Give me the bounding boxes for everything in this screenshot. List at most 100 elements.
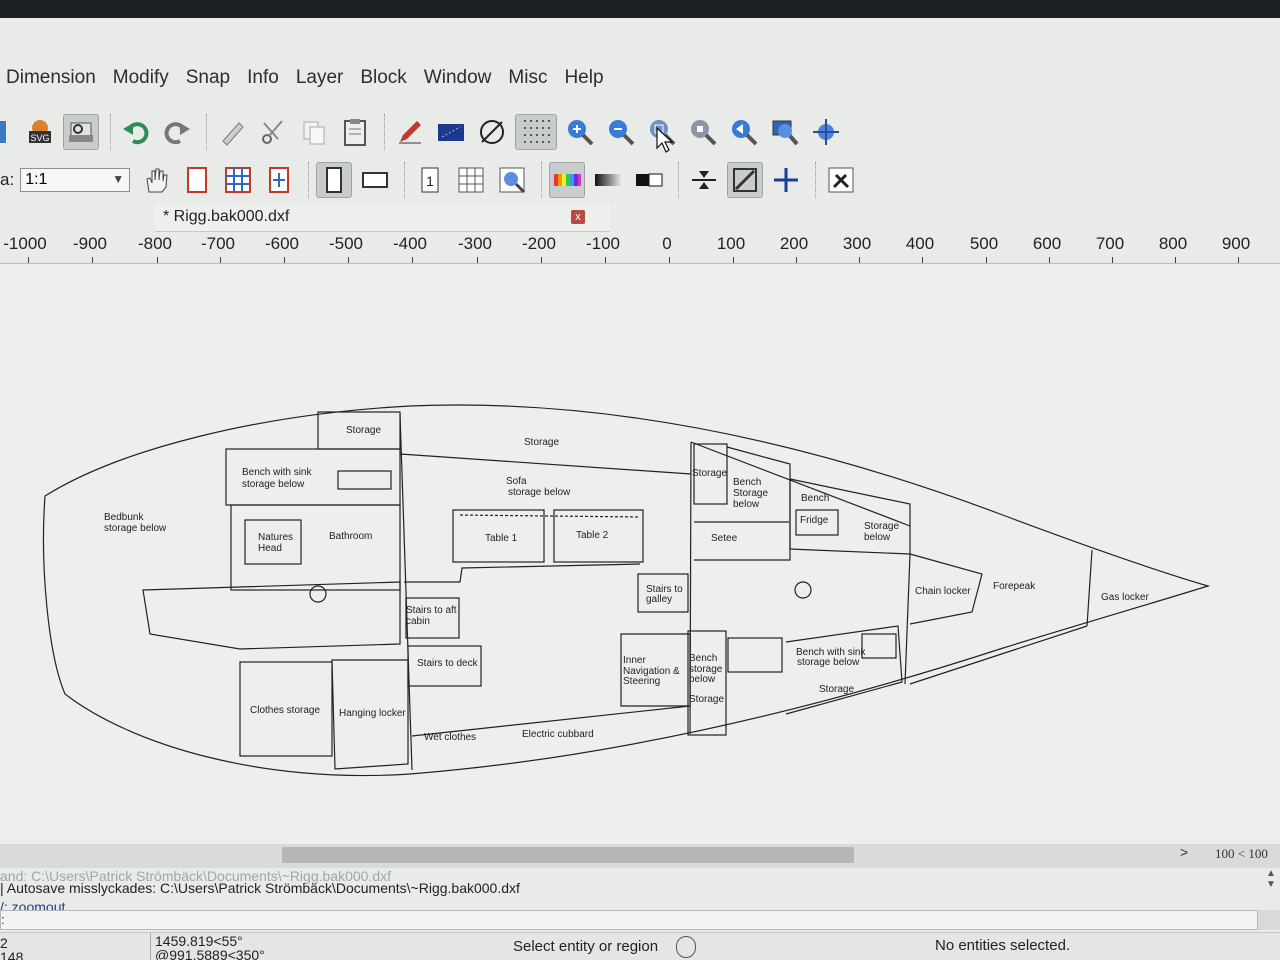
command-input[interactable]: : [0, 910, 1258, 930]
label-storage-below: below [864, 532, 891, 543]
menu-dimension[interactable]: Dimension [6, 67, 96, 89]
label-setee: Setee [711, 533, 738, 544]
label-gas-locker: Gas locker [1101, 592, 1149, 603]
menu-misc[interactable]: Misc [508, 67, 547, 89]
horizontal-ruler: -1000 -900 -800 -700 -600 -500 -400 -300… [0, 232, 1280, 264]
ruler-label: -200 [521, 234, 557, 253]
zoom-pan-button[interactable] [808, 114, 844, 150]
label-storage: Storage [692, 468, 727, 479]
menu-info[interactable]: Info [247, 67, 279, 89]
background-color-icon [438, 124, 464, 141]
drawing-canvas[interactable]: Storage Storage Bench with sink storage … [0, 264, 1280, 844]
label-bedbunk: storage below [104, 523, 167, 534]
pan-hand-button[interactable] [138, 162, 174, 198]
toolbar-separator [206, 114, 208, 150]
diameter-button[interactable] [474, 114, 510, 150]
crosshair-button[interactable] [768, 162, 804, 198]
copy-icon [303, 121, 325, 145]
undo-button[interactable] [118, 114, 154, 150]
menu-window[interactable]: Window [424, 67, 492, 89]
grid-toggle-button[interactable] [515, 114, 557, 150]
line-width-button[interactable] [727, 162, 764, 198]
ruler-tick [733, 257, 734, 263]
copy-button[interactable] [296, 114, 332, 150]
label-stairs-aft: cabin [406, 616, 430, 627]
background-color-button[interactable] [433, 114, 469, 150]
label-inner-navigation: Steering [623, 676, 660, 687]
grayscale-button[interactable] [590, 162, 626, 198]
menu-modify[interactable]: Modify [113, 67, 169, 89]
ruler-tick [28, 257, 29, 263]
black-white-button[interactable] [631, 162, 667, 198]
grid-fit-button[interactable] [220, 162, 256, 198]
paste-button[interactable] [337, 114, 373, 150]
label-stairs-galley: galley [646, 594, 672, 605]
redo-button[interactable] [159, 114, 195, 150]
zoom-out-button[interactable] [603, 114, 639, 150]
eraser-button[interactable] [214, 114, 250, 150]
ruler-label: 500 [969, 234, 999, 253]
menu-snap[interactable]: Snap [186, 67, 230, 89]
landscape-page-icon [362, 172, 389, 188]
ruler-label: -900 [72, 234, 108, 253]
menu-help[interactable]: Help [564, 67, 603, 89]
ruler-label: 900 [1221, 234, 1251, 253]
label-fridge: Fridge [800, 515, 829, 526]
label-bench-sink: Bench with sink [242, 467, 312, 478]
mouse-icon [676, 936, 696, 958]
scroll-right-arrow[interactable]: > [1180, 844, 1188, 860]
label-sofa: Sofa [506, 476, 527, 487]
cut-button[interactable] [255, 114, 291, 150]
ruler-tick [859, 257, 860, 263]
pen-button[interactable] [392, 114, 428, 150]
draft-mode-button[interactable] [179, 162, 215, 198]
label-electric-cupboard: Electric cubbard [522, 729, 594, 740]
document-tab[interactable]: * Rigg.bak000.dxf x [155, 204, 610, 232]
tab-title: * Rigg.bak000.dxf [163, 208, 290, 225]
scale-line-button[interactable] [686, 162, 722, 198]
zoom-page-button[interactable] [494, 162, 530, 198]
single-page-button[interactable]: 1 [412, 162, 448, 198]
label-hanging-locker: Hanging locker [339, 708, 406, 719]
label-forepeak: Forepeak [993, 581, 1036, 592]
boat-floor-plan: Storage Storage Bench with sink storage … [42, 404, 1211, 777]
zoom-label: a: [0, 170, 15, 189]
ruler-tick [1175, 257, 1176, 263]
ruler-label: -1000 [3, 234, 47, 253]
label-storage: Storage [346, 425, 381, 436]
menu-layer[interactable]: Layer [296, 67, 344, 89]
ruler-label: -600 [264, 234, 300, 253]
svg-text:1: 1 [426, 173, 434, 189]
history-scrollbar[interactable]: ▲ ▼ [1262, 868, 1280, 904]
ruler-label: 200 [779, 234, 809, 253]
label-bench: Bench [801, 493, 829, 504]
close-icon[interactable]: x [571, 210, 585, 224]
toolbar-separator [384, 114, 386, 150]
export-svg-button[interactable]: SVG [22, 114, 58, 150]
color-print-button[interactable] [549, 162, 586, 198]
zoom-back-button[interactable] [726, 114, 762, 150]
label-storage: Storage [819, 684, 854, 695]
center-page-button[interactable] [261, 162, 297, 198]
paste-icon [344, 119, 366, 146]
label-bathroom: Bathroom [329, 531, 372, 542]
zoom-in-button[interactable] [562, 114, 598, 150]
portrait-button[interactable] [316, 162, 353, 198]
landscape-button[interactable] [357, 162, 393, 198]
print-preview-button[interactable] [63, 114, 99, 150]
print-settings-button[interactable] [823, 162, 859, 198]
undo-icon [123, 122, 149, 145]
zoom-window-icon [772, 120, 799, 146]
horizontal-scrollbar[interactable]: > 100 < 100 [0, 844, 1280, 868]
multi-page-button[interactable] [453, 162, 489, 198]
scrollbar-thumb[interactable] [282, 847, 854, 863]
toolbar-edge-button[interactable] [0, 114, 8, 150]
label-storage: Storage [689, 694, 724, 705]
zoom-select[interactable]: 1:1 ▼ [20, 168, 131, 192]
label-wet-clothes: Wet clothes [424, 732, 476, 743]
zoom-previous-button[interactable] [685, 114, 721, 150]
menu-block[interactable]: Block [360, 67, 406, 89]
zoom-window-button[interactable] [767, 114, 803, 150]
crosshair-icon [774, 168, 799, 192]
grayscale-icon [595, 174, 623, 186]
